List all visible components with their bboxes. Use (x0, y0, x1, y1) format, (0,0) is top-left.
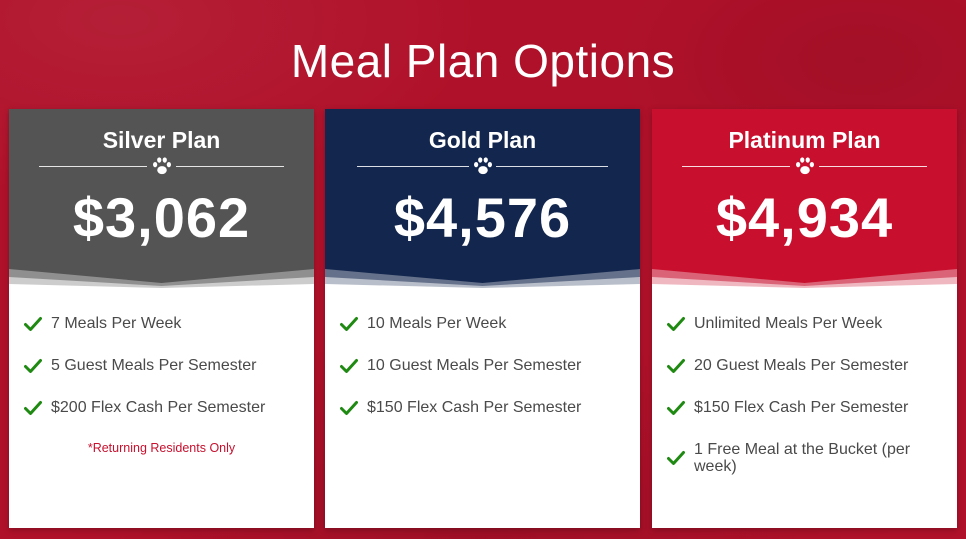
check-icon (340, 401, 358, 415)
feature-item: 10 Meals Per Week (325, 315, 640, 332)
plan-card-header: Silver Plan $3,062 (9, 109, 314, 291)
plan-card-platinum: Platinum Plan $4,934 Unlimited Meals Per… (652, 109, 957, 528)
check-icon (340, 317, 358, 331)
paw-icon (152, 157, 171, 175)
page-title: Meal Plan Options (290, 35, 676, 87)
check-icon (24, 317, 42, 331)
check-icon (340, 359, 358, 373)
plan-price: $4,934 (715, 186, 894, 249)
feature-item: Unlimited Meals Per Week (652, 315, 957, 332)
plan-card-gold: Gold Plan $4,576 10 Meals Per Week 10 Gu… (325, 109, 640, 528)
check-icon (667, 317, 685, 331)
feature-item: $150 Flex Cash Per Semester (325, 399, 640, 416)
feature-item: 20 Guest Meals Per Semester (652, 357, 957, 374)
plan-card-silver: Silver Plan $3,062 7 Meals Per Week 5 Gu… (9, 109, 314, 528)
feature-item: 5 Guest Meals Per Semester (9, 357, 314, 374)
check-icon (24, 359, 42, 373)
header-wave-decoration (9, 269, 314, 291)
check-icon (667, 451, 685, 465)
plan-divider (652, 153, 957, 179)
check-icon (667, 359, 685, 373)
plan-note: *Returning Residents Only (87, 441, 236, 455)
feature-item: $150 Flex Cash Per Semester (652, 399, 957, 416)
feature-item: $200 Flex Cash Per Semester (9, 399, 314, 416)
feature-list: 10 Meals Per Week 10 Guest Meals Per Sem… (325, 289, 640, 416)
feature-item: 1 Free Meal at the Bucket (per week) (652, 441, 957, 475)
paw-icon (473, 157, 492, 175)
plan-divider (9, 153, 314, 179)
plan-name: Silver Plan (102, 127, 221, 153)
feature-item: 10 Guest Meals Per Semester (325, 357, 640, 374)
header-wave-decoration (325, 269, 640, 291)
plan-card-header: Gold Plan $4,576 (325, 109, 640, 291)
plan-price: $4,576 (393, 186, 572, 249)
plan-price: $3,062 (72, 186, 251, 249)
check-icon (24, 401, 42, 415)
plan-name: Platinum Plan (728, 127, 881, 153)
feature-item: 7 Meals Per Week (9, 315, 314, 332)
plan-name: Gold Plan (428, 127, 537, 153)
plan-card-header: Platinum Plan $4,934 (652, 109, 957, 291)
check-icon (667, 401, 685, 415)
feature-list: Unlimited Meals Per Week 20 Guest Meals … (652, 289, 957, 475)
plan-divider (325, 153, 640, 179)
feature-list: 7 Meals Per Week 5 Guest Meals Per Semes… (9, 289, 314, 416)
header-wave-decoration (652, 269, 957, 291)
paw-icon (795, 157, 814, 175)
